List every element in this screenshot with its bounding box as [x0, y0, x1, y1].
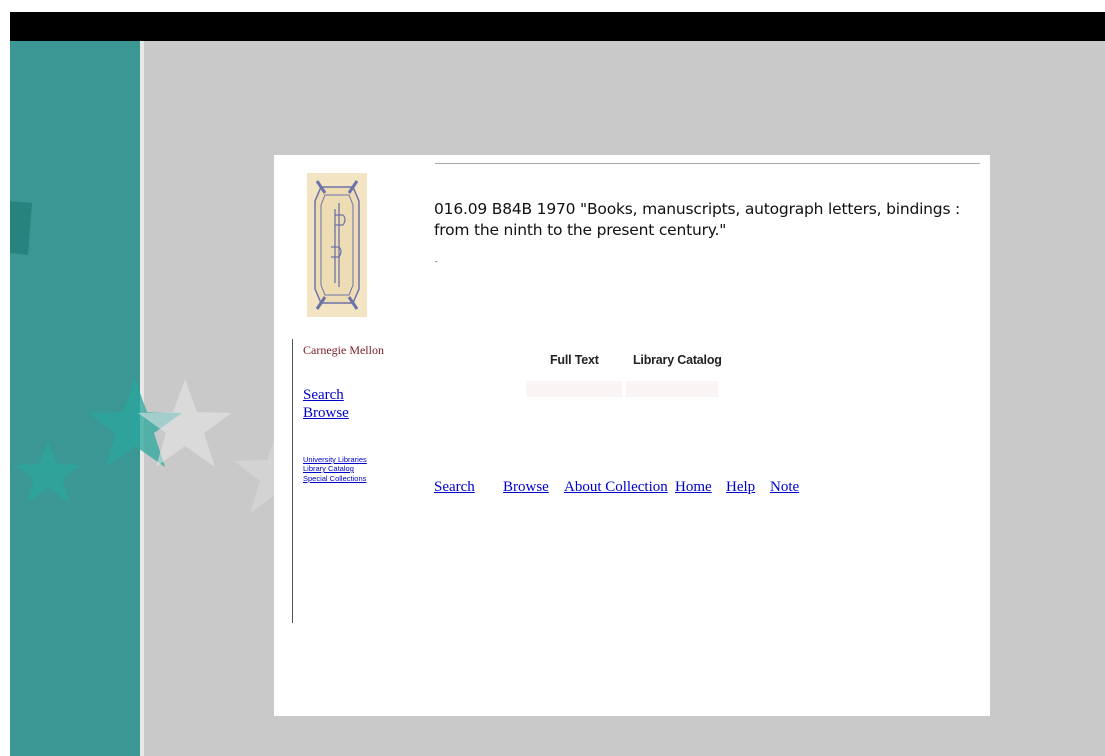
footer-home-link[interactable]: Home [675, 479, 712, 496]
sidebar-browse-link[interactable]: Browse [303, 404, 349, 422]
record-mark: - [435, 257, 438, 266]
footer-about-collection-link[interactable]: About Collection [564, 479, 668, 496]
bookplate-logo [307, 173, 367, 317]
tab-library-catalog[interactable]: Library Catalog [633, 353, 722, 367]
logo-icon [307, 173, 367, 317]
footer-note-link[interactable]: Note [770, 479, 799, 496]
content-page: Carnegie Mellon Search Browse University… [274, 155, 990, 716]
tab-full-text-underlay [526, 381, 622, 397]
library-catalog-link[interactable]: Library Catalog [303, 464, 354, 473]
sidebar-search-link[interactable]: Search [303, 386, 344, 404]
top-black-bar [10, 12, 1105, 41]
footer-help-link[interactable]: Help [726, 479, 755, 496]
teal-side-panel [10, 41, 140, 756]
brand-name: Carnegie Mellon [303, 343, 384, 357]
tab-full-text[interactable]: Full Text [550, 353, 599, 367]
footer-search-link[interactable]: Search [434, 479, 475, 496]
special-collections-link[interactable]: Special Collections [303, 474, 366, 483]
sidebar-rule [292, 339, 293, 623]
header-rule [435, 163, 980, 164]
record-title: 016.09 B84B 1970 "Books, manuscripts, au… [434, 200, 961, 239]
tab-library-catalog-underlay [626, 381, 718, 397]
university-libraries-link[interactable]: University Libraries [303, 455, 367, 464]
footer-browse-link[interactable]: Browse [503, 479, 549, 496]
